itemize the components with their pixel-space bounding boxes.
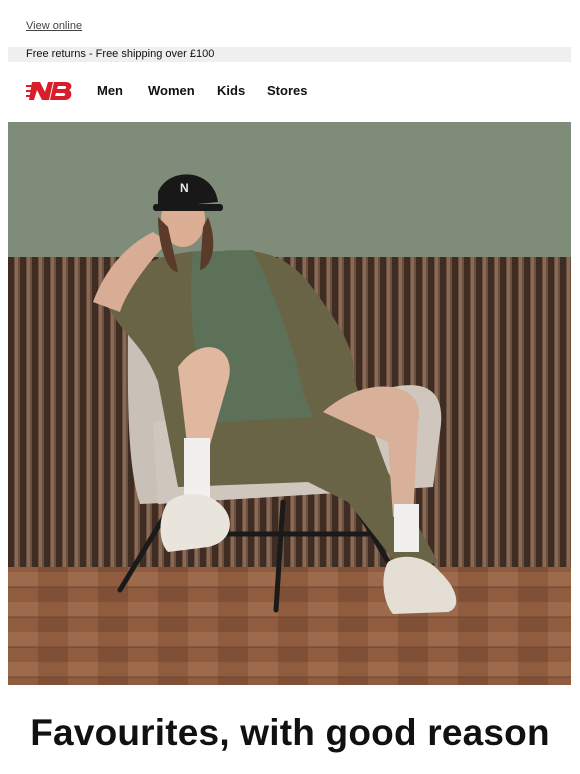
- nav-women[interactable]: Women: [148, 83, 195, 98]
- cap-logo: N: [180, 181, 189, 195]
- hero-illustration: N: [8, 122, 571, 685]
- new-balance-logo-icon[interactable]: [26, 80, 74, 102]
- hero-image[interactable]: N: [8, 122, 571, 685]
- promo-bar: Free returns - Free shipping over £100: [8, 47, 571, 62]
- nav-stores[interactable]: Stores: [267, 83, 307, 98]
- promo-text: Free returns - Free shipping over £100: [26, 48, 215, 60]
- headline: Favourites, with good reason: [30, 712, 550, 753]
- logo-glyph: [26, 82, 72, 100]
- nav-men[interactable]: Men: [97, 83, 123, 98]
- view-online-link[interactable]: View online: [26, 20, 82, 32]
- nav-kids[interactable]: Kids: [217, 83, 245, 98]
- main-nav: Men Women Kids Stores: [0, 78, 580, 104]
